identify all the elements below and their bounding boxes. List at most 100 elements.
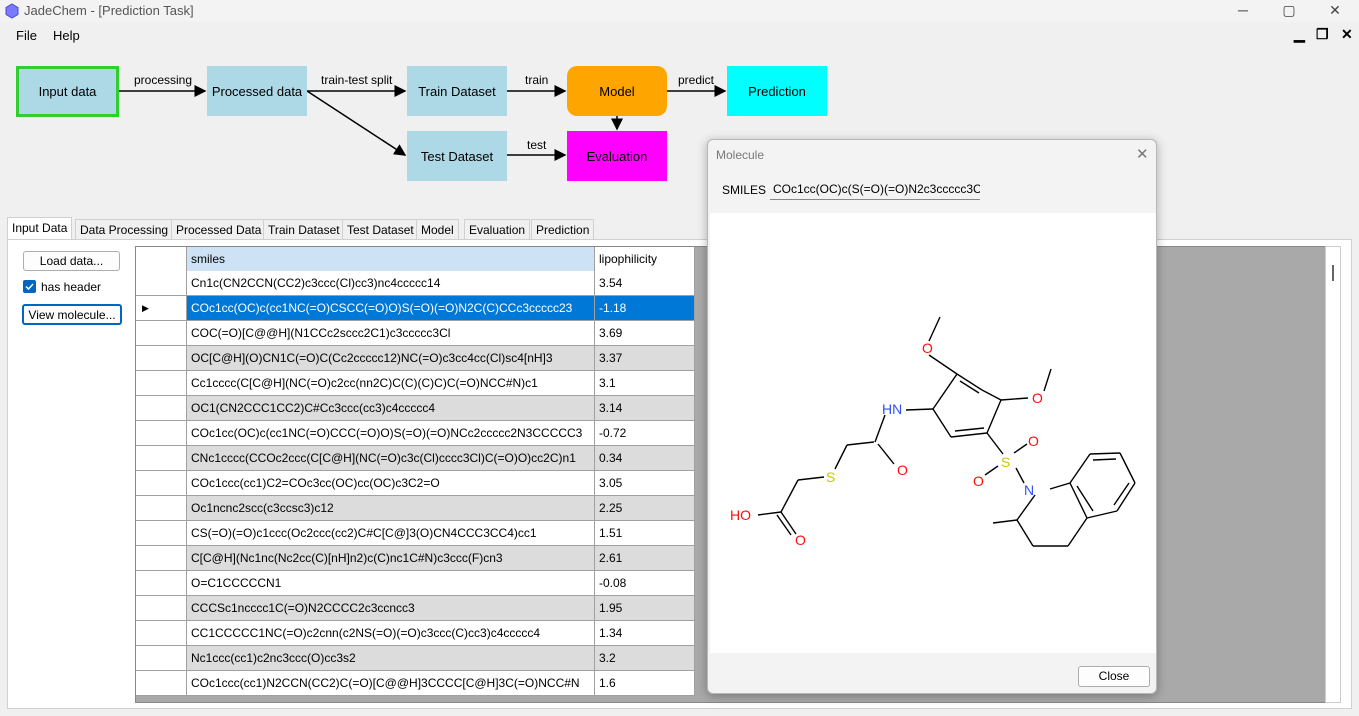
cell-smiles[interactable]: COc1ccc(cc1)N2CCN(CC2)C(=O)[C@@H]3CCCC[C…: [187, 671, 595, 696]
mdi-close-button[interactable]: ✕: [1341, 26, 1353, 43]
node-model[interactable]: Model: [567, 66, 667, 116]
atom-ring-n: N: [1024, 482, 1034, 498]
cell-lipophilicity[interactable]: 3.2: [595, 646, 695, 671]
cell-smiles[interactable]: Cn1c(CN2CCN(CC2)c3ccc(Cl)cc3)nc4ccccc14: [187, 271, 595, 296]
cell-smiles[interactable]: CS(=O)(=O)c1ccc(Oc2ccc(cc2)C#C[C@]3(O)CN…: [187, 521, 595, 546]
cell-smiles[interactable]: COc1cc(OC)c(cc1NC(=O)CSCC(=O)O)S(=O)(=O)…: [187, 296, 595, 321]
scrollbar-thumb[interactable]: [1332, 265, 1334, 281]
row-header[interactable]: [136, 321, 187, 346]
row-header[interactable]: [136, 496, 187, 521]
cell-smiles[interactable]: Cc1cccc(C[C@H](NC(=O)c2cc(nn2C)C(C)(C)C)…: [187, 371, 595, 396]
cell-lipophilicity[interactable]: 3.14: [595, 396, 695, 421]
row-header[interactable]: [136, 471, 187, 496]
cell-lipophilicity[interactable]: 1.6: [595, 671, 695, 696]
row-header[interactable]: [136, 396, 187, 421]
row-header[interactable]: [136, 571, 187, 596]
cell-smiles[interactable]: CNc1cccc(CCOc2ccc(C[C@H](NC(=O)c3c(Cl)cc…: [187, 446, 595, 471]
cell-lipophilicity[interactable]: -1.18: [595, 296, 695, 321]
grid-vertical-scrollbar[interactable]: [1325, 246, 1341, 703]
tab-evaluation[interactable]: Evaluation: [464, 219, 531, 240]
cell-lipophilicity[interactable]: 2.61: [595, 546, 695, 571]
dialog-title: Molecule: [716, 148, 765, 162]
tab-test-dataset[interactable]: Test Dataset: [342, 219, 419, 240]
maximize-button[interactable]: ▢: [1266, 0, 1312, 22]
edge-label-processing: processing: [134, 73, 193, 87]
row-header[interactable]: [136, 371, 187, 396]
molecule-structure: O O HN O S S O O N HO O: [730, 316, 1136, 548]
row-header[interactable]: [136, 521, 187, 546]
view-molecule-button[interactable]: View molecule...: [22, 304, 122, 325]
cell-lipophilicity[interactable]: 3.1: [595, 371, 695, 396]
atom-sulfonyl-o2: O: [973, 473, 984, 489]
close-button[interactable]: ✕: [1312, 0, 1358, 22]
atom-amide-o: O: [897, 462, 908, 478]
row-header[interactable]: [136, 546, 187, 571]
edge-label-predict: predict: [678, 73, 715, 87]
row-header[interactable]: [136, 671, 187, 696]
cell-lipophilicity[interactable]: 2.25: [595, 496, 695, 521]
column-header-smiles[interactable]: smiles: [187, 247, 595, 272]
cell-lipophilicity[interactable]: -0.08: [595, 571, 695, 596]
cell-smiles[interactable]: COc1ccc(cc1)C2=COc3cc(OC)cc(OC)c3C2=O: [187, 471, 595, 496]
cell-smiles[interactable]: CCCSc1ncccc1C(=O)N2CCCC2c3ccncc3: [187, 596, 595, 621]
atom-o-methoxy1: O: [922, 340, 933, 356]
cell-smiles[interactable]: C[C@H](Nc1nc(Nc2cc(C)[nH]n2)c(C)nc1C#N)c…: [187, 546, 595, 571]
cell-lipophilicity[interactable]: 1.95: [595, 596, 695, 621]
tab-prediction[interactable]: Prediction: [531, 219, 595, 240]
node-evaluation[interactable]: Evaluation: [567, 131, 667, 181]
cell-smiles[interactable]: OC[C@H](O)CN1C(=O)C(Cc2ccccc12)NC(=O)c3c…: [187, 346, 595, 371]
node-prediction[interactable]: Prediction: [727, 66, 827, 116]
row-header[interactable]: [136, 646, 187, 671]
column-header-lipophilicity[interactable]: lipophilicity: [595, 247, 695, 272]
cell-lipophilicity[interactable]: 1.51: [595, 521, 695, 546]
cell-lipophilicity[interactable]: 1.34: [595, 621, 695, 646]
has-header-checkbox[interactable]: [23, 280, 36, 293]
atom-o-methoxy2: O: [1032, 390, 1043, 406]
edge-label-train: train: [525, 73, 549, 87]
edge-split-test: [306, 90, 407, 156]
row-header-corner: [136, 247, 187, 272]
tab-processed-data[interactable]: Processed Data: [171, 219, 267, 240]
cell-lipophilicity[interactable]: 3.54: [595, 271, 695, 296]
row-header[interactable]: [136, 621, 187, 646]
mdi-minimize-button[interactable]: ▁: [1294, 26, 1305, 43]
node-processed-data[interactable]: Processed data: [207, 66, 307, 116]
tab-input-data[interactable]: Input Data: [7, 217, 73, 240]
tab-data-processing[interactable]: Data Processing: [75, 219, 174, 240]
tab-train-dataset[interactable]: Train Dataset: [263, 219, 345, 240]
row-header[interactable]: [136, 346, 187, 371]
cell-smiles[interactable]: COc1cc(OC)c(cc1NC(=O)CCC(=O)O)S(=O)(=O)N…: [187, 421, 595, 446]
cell-lipophilicity[interactable]: 0.34: [595, 446, 695, 471]
smiles-field[interactable]: COc1cc(OC)c(S(=O)(=O)N2c3ccccc3C: [770, 178, 980, 200]
molecule-dialog: Molecule ✕ SMILES COc1cc(OC)c(S(=O)(=O)N…: [707, 139, 1157, 694]
edge-label-test: test: [527, 138, 547, 152]
minimize-button[interactable]: ─: [1220, 0, 1266, 22]
cell-lipophilicity[interactable]: -0.72: [595, 421, 695, 446]
cell-smiles[interactable]: Nc1ccc(cc1)c2nc3ccc(O)cc3s2: [187, 646, 595, 671]
cell-lipophilicity[interactable]: 3.69: [595, 321, 695, 346]
dialog-close-icon[interactable]: ✕: [1136, 145, 1149, 163]
molecule-canvas: O O HN O S S O O N HO O: [710, 213, 1156, 653]
cell-smiles[interactable]: Oc1ncnc2scc(c3ccsc3)c12: [187, 496, 595, 521]
cell-lipophilicity[interactable]: 3.05: [595, 471, 695, 496]
cell-lipophilicity[interactable]: 3.37: [595, 346, 695, 371]
cell-smiles[interactable]: OC1(CN2CCC1CC2)C#Cc3ccc(cc3)c4ccccc4: [187, 396, 595, 421]
row-header[interactable]: [136, 421, 187, 446]
tab-model[interactable]: Model: [416, 219, 459, 240]
dialog-close-button[interactable]: Close: [1078, 666, 1150, 687]
mdi-restore-button[interactable]: ❐: [1316, 26, 1329, 43]
cell-smiles[interactable]: CC1CCCCC1NC(=O)c2cnn(c2NS(=O)(=O)c3ccc(C…: [187, 621, 595, 646]
row-header[interactable]: ▶: [136, 296, 187, 321]
cell-smiles[interactable]: O=C1CCCCCN1: [187, 571, 595, 596]
cell-smiles[interactable]: COC(=O)[C@@H](N1CCc2sccc2C1)c3ccccc3Cl: [187, 321, 595, 346]
atom-sulfonyl-o1: O: [1028, 433, 1039, 449]
node-test-dataset[interactable]: Test Dataset: [407, 131, 507, 181]
atom-acid-oh: HO: [730, 507, 751, 523]
load-data-button[interactable]: Load data...: [23, 251, 120, 271]
atom-sulfonyl-s: S: [1001, 454, 1010, 470]
row-header[interactable]: [136, 446, 187, 471]
node-input-data[interactable]: Input data: [16, 66, 119, 117]
row-header[interactable]: [136, 596, 187, 621]
row-header[interactable]: [136, 271, 187, 296]
node-train-dataset[interactable]: Train Dataset: [407, 66, 507, 116]
